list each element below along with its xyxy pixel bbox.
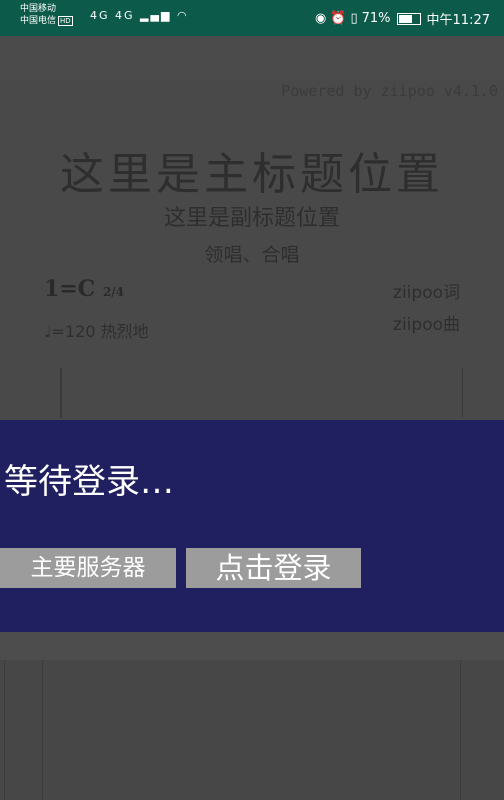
wifi-icon: ◠ (176, 9, 189, 22)
login-button[interactable]: 点击登录 (186, 548, 361, 588)
column-divider (4, 660, 5, 800)
signal-bars-icon: ▂▄▆ (140, 9, 172, 22)
status-bar: 中国移动 中国电信 HD 4G 4G ▂▄▆ ◠ ◉ ⏰ ▯ 71% 中午11:2… (0, 0, 504, 36)
key-text: 1=C (44, 276, 96, 302)
vibrate-icon: ▯ (350, 11, 358, 26)
staff-line (60, 368, 463, 418)
key-signature: 1=C 2/4 (44, 276, 124, 302)
waiting-message: 等待登录… (4, 462, 174, 502)
battery-icon (396, 12, 421, 25)
alarm-icon: ⏰ (330, 11, 347, 26)
eye-icon: ◉ (314, 11, 327, 26)
carrier-1: 中国移动 (20, 4, 57, 14)
signal-icons: 4G 4G ▂▄▆ ◠ (90, 9, 189, 22)
toolbar-strip (0, 36, 504, 80)
clock-time: 中午11:27 (426, 13, 490, 28)
carrier-2: 中国电信 (20, 16, 57, 26)
composer: ziipoo曲 (393, 315, 460, 335)
singers-label: 领唱、合唱 (204, 244, 300, 266)
signal-label: 4G 4G (90, 9, 135, 22)
column-divider (460, 660, 461, 800)
powered-by-text: Powered by ziipoo v4.1.0 (281, 82, 498, 100)
column-divider (42, 660, 43, 800)
lower-band (0, 632, 504, 660)
hd-badge: HD (58, 15, 73, 26)
main-server-button[interactable]: 主要服务器 (0, 548, 176, 588)
sub-title: 这里是副标题位置 (163, 206, 340, 231)
login-dialog: 等待登录… 主要服务器 点击登录 (0, 420, 504, 632)
battery-percent: 71% (361, 11, 391, 26)
tempo-marking: ♩=120 热烈地 (44, 322, 149, 341)
sheet-music-preview: Powered by ziipoo v4.1.0 这里是主标题位置 这里是副标题… (0, 80, 504, 420)
time-signature: 2/4 (102, 285, 125, 299)
main-title: 这里是主标题位置 (60, 149, 444, 200)
lyricist: ziipoo词 (393, 283, 460, 303)
right-status: ◉ ⏰ ▯ 71% 中午11:27 (315, 9, 490, 28)
lower-sheet-area (0, 632, 504, 800)
carrier-info: 中国移动 中国电信 HD (20, 3, 73, 27)
